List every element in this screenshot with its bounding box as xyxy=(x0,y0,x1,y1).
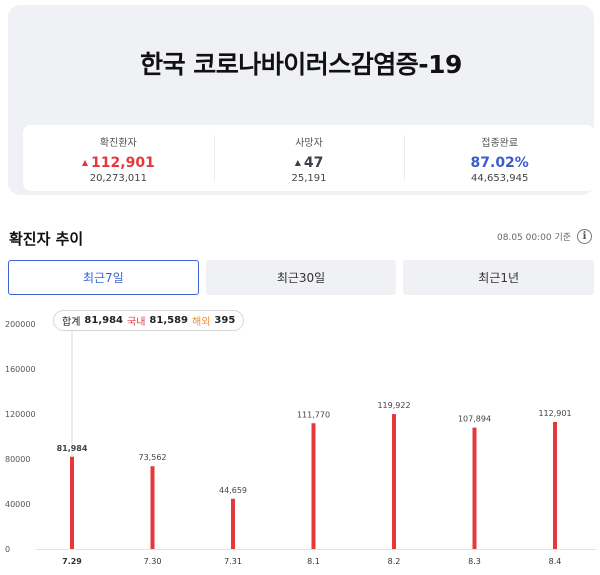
data-label: 81,984 xyxy=(57,444,88,453)
tooltip-domestic-label: 국내 xyxy=(127,317,146,328)
data-label: 44,659 xyxy=(219,486,247,495)
confirmed-cases-chart: 0 40000 80000 120000 160000 200000 81,984 7.29 7… xyxy=(5,320,596,566)
x-tick-label: 7.31 xyxy=(224,557,242,566)
x-tick-label: 8.1 xyxy=(307,557,320,566)
x-tick-label: 8.4 xyxy=(549,557,562,566)
bar xyxy=(392,414,396,549)
tooltip-overseas-label: 해외 xyxy=(192,317,211,328)
bar xyxy=(70,456,74,549)
tooltip-total-label: 합계 xyxy=(62,317,81,328)
data-label: 119,922 xyxy=(377,401,410,410)
tooltip-overseas-value: 395 xyxy=(214,315,236,326)
x-tick-label: 7.30 xyxy=(144,557,162,566)
data-label: 111,770 xyxy=(297,410,330,419)
y-tick-label: 120000 xyxy=(5,410,36,419)
y-tick-label: 200000 xyxy=(5,320,36,329)
x-tick-label: 8.3 xyxy=(468,557,481,566)
bar xyxy=(150,466,155,549)
data-label: 112,901 xyxy=(538,409,571,418)
tooltip-domestic-value: 81,589 xyxy=(149,315,188,326)
y-tick-label: 0 xyxy=(5,545,10,554)
tooltip-total-value: 81,984 xyxy=(84,315,123,326)
bar xyxy=(311,423,316,549)
data-label: 107,894 xyxy=(458,415,491,424)
y-tick-label: 80000 xyxy=(5,455,30,464)
bar xyxy=(472,427,477,549)
x-tick-label: 8.2 xyxy=(388,557,401,566)
y-tick-label: 40000 xyxy=(5,500,30,509)
bar xyxy=(231,498,235,549)
chart-tooltip: 합계 81,984 국내 81,589 해외 395 xyxy=(53,310,245,331)
bar xyxy=(553,421,557,549)
x-tick-label: 7.29 xyxy=(62,557,82,566)
data-label: 73,562 xyxy=(139,453,167,462)
y-tick-label: 160000 xyxy=(5,365,36,374)
